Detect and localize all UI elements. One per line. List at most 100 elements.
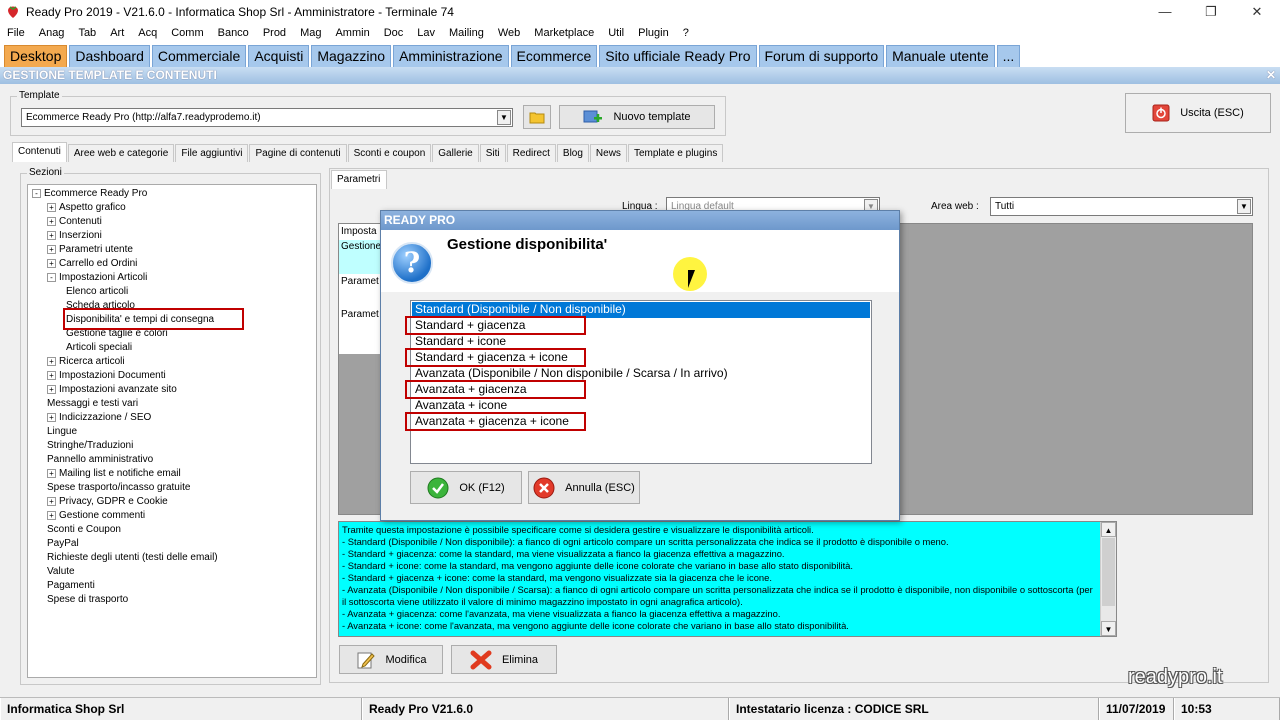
menu-art[interactable]: Art <box>103 27 131 39</box>
tree-item[interactable]: + Carrello ed Ordini <box>47 257 137 270</box>
expand-icon[interactable]: + <box>47 468 56 478</box>
subtab-file-aggiuntivi[interactable]: File aggiuntivi <box>175 144 249 162</box>
collapse-icon[interactable]: - <box>47 272 56 282</box>
tree-item[interactable]: + Gestione commenti <box>47 509 145 522</box>
tab-amministrazione[interactable]: Amministrazione <box>393 45 509 67</box>
subtab-aree-web[interactable]: Aree web e categorie <box>67 144 175 162</box>
tree-item[interactable]: + Parametri utente <box>47 243 133 256</box>
sections-tree[interactable]: - Ecommerce Ready Pro + Aspetto grafico + Con… <box>27 184 317 678</box>
menu-prod[interactable]: Prod <box>256 27 293 39</box>
tab-dashboard[interactable]: Dashboard <box>69 45 150 67</box>
tree-item[interactable]: Pagamenti <box>47 579 95 592</box>
minimize-icon[interactable]: — <box>1142 0 1188 23</box>
menu-mag[interactable]: Mag <box>293 27 328 39</box>
tree-item[interactable]: + Contenuti <box>47 215 102 228</box>
tree-item[interactable]: Spese trasporto/incasso gratuite <box>47 481 190 494</box>
ok-button[interactable]: OK (F12) <box>410 471 522 504</box>
tree-item[interactable]: Messaggi e testi vari <box>47 397 138 410</box>
tree-item[interactable]: + Privacy, GDPR e Cookie <box>47 495 168 508</box>
open-folder-button[interactable] <box>523 105 551 129</box>
tree-item[interactable]: Articoli speciali <box>62 341 132 354</box>
expand-icon[interactable]: + <box>47 496 56 506</box>
tab-manuale[interactable]: Manuale utente <box>886 45 995 67</box>
tab-sito-ufficiale[interactable]: Sito ufficiale Ready Pro <box>599 45 757 67</box>
subtab-sconti[interactable]: Sconti e coupon <box>347 144 432 162</box>
menu-anag[interactable]: Anag <box>32 27 72 39</box>
tab-more[interactable]: ... <box>996 45 1021 67</box>
collapse-icon[interactable]: - <box>32 188 41 198</box>
restore-icon[interactable]: ❐ <box>1188 0 1234 23</box>
subtab-siti[interactable]: Siti <box>479 144 506 162</box>
tab-magazzino[interactable]: Magazzino <box>311 45 392 67</box>
tree-item[interactable]: Lingue <box>47 425 77 438</box>
chevron-down-icon[interactable]: ▼ <box>497 110 511 125</box>
subtab-redirect[interactable]: Redirect <box>506 144 556 162</box>
tree-item[interactable]: + Aspetto grafico <box>47 201 126 214</box>
tree-item[interactable]: Sconti e Coupon <box>47 523 121 536</box>
expand-icon[interactable]: + <box>47 230 56 240</box>
menu-mailing[interactable]: Mailing <box>442 27 491 39</box>
expand-icon[interactable]: + <box>47 510 56 520</box>
menu-tab[interactable]: Tab <box>71 27 103 39</box>
tree-item[interactable]: + Indicizzazione / SEO <box>47 411 151 424</box>
tree-item[interactable]: Spese di trasporto <box>47 593 128 606</box>
menu-lav[interactable]: Lav <box>410 27 442 39</box>
delete-button[interactable]: Elimina <box>451 645 557 674</box>
subtab-blog[interactable]: Blog <box>556 144 589 162</box>
description-scrollbar[interactable]: ▲ ▼ <box>1100 522 1116 636</box>
template-select[interactable]: Ecommerce Ready Pro (http://alfa7.readyp… <box>21 108 513 127</box>
area-web-select[interactable]: Tutti ▼ <box>990 197 1253 216</box>
scroll-thumb[interactable] <box>1102 538 1115 606</box>
close-icon[interactable]: ✕ <box>1234 0 1280 23</box>
section-close-icon[interactable]: ✕ <box>1266 67 1276 84</box>
subtab-news[interactable]: News <box>589 144 627 162</box>
tab-ecommerce[interactable]: Ecommerce <box>510 45 598 67</box>
tree-item[interactable]: + Mailing list e notifiche email <box>47 467 181 480</box>
menu-doc[interactable]: Doc <box>377 27 411 39</box>
menu-util[interactable]: Util <box>601 27 631 39</box>
tree-item[interactable]: + Ricerca articoli <box>47 355 125 368</box>
tab-acquisti[interactable]: Acquisti <box>248 45 310 67</box>
tab-forum[interactable]: Forum di supporto <box>758 45 885 67</box>
tree-item[interactable]: - Ecommerce Ready Pro <box>32 187 147 200</box>
menu-comm[interactable]: Comm <box>164 27 210 39</box>
cancel-button[interactable]: Annulla (ESC) <box>528 471 640 504</box>
expand-icon[interactable]: + <box>47 216 56 226</box>
expand-icon[interactable]: + <box>47 384 56 394</box>
tab-parametri[interactable]: Parametri <box>331 170 387 189</box>
new-template-button[interactable]: Nuovo template <box>559 105 715 129</box>
menu-web[interactable]: Web <box>491 27 527 39</box>
menu-file[interactable]: File <box>0 27 32 39</box>
menu-marketplace[interactable]: Marketplace <box>527 27 601 39</box>
menu-plugin[interactable]: Plugin <box>631 27 676 39</box>
subtab-gallerie[interactable]: Gallerie <box>432 144 479 162</box>
tree-item[interactable]: - Impostazioni Articoli <box>47 271 147 284</box>
tree-item[interactable]: + Impostazioni Documenti <box>47 369 166 382</box>
expand-icon[interactable]: + <box>47 370 56 380</box>
subtab-pagine[interactable]: Pagine di contenuti <box>249 144 347 162</box>
expand-icon[interactable]: + <box>47 356 56 366</box>
tree-item[interactable]: Stringhe/Traduzioni <box>47 439 133 452</box>
chevron-down-icon[interactable]: ▼ <box>1237 199 1251 214</box>
subtab-template-plugins[interactable]: Template e plugins <box>627 144 724 162</box>
menu-banco[interactable]: Banco <box>211 27 256 39</box>
expand-icon[interactable]: + <box>47 412 56 422</box>
scroll-up-icon[interactable]: ▲ <box>1101 522 1116 537</box>
tree-item[interactable]: Valute <box>47 565 75 578</box>
tree-item[interactable]: Elenco articoli <box>62 285 128 298</box>
tree-item[interactable]: + Inserzioni <box>47 229 102 242</box>
menu-ammin[interactable]: Ammin <box>328 27 376 39</box>
expand-icon[interactable]: + <box>47 202 56 212</box>
expand-icon[interactable]: + <box>47 258 56 268</box>
menu-help[interactable]: ? <box>676 27 696 39</box>
tab-desktop[interactable]: Desktop <box>4 45 68 67</box>
tree-item[interactable]: Pannello amministrativo <box>47 453 153 466</box>
modify-button[interactable]: Modifica <box>339 645 443 674</box>
tree-item[interactable]: + Impostazioni avanzate sito <box>47 383 177 396</box>
exit-button[interactable]: Uscita (ESC) <box>1125 93 1271 133</box>
menu-acq[interactable]: Acq <box>131 27 164 39</box>
tree-item[interactable]: Richieste degli utenti (testi delle emai… <box>47 551 218 564</box>
tree-item[interactable]: PayPal <box>47 537 79 550</box>
expand-icon[interactable]: + <box>47 244 56 254</box>
subtab-contenuti[interactable]: Contenuti <box>12 142 67 162</box>
